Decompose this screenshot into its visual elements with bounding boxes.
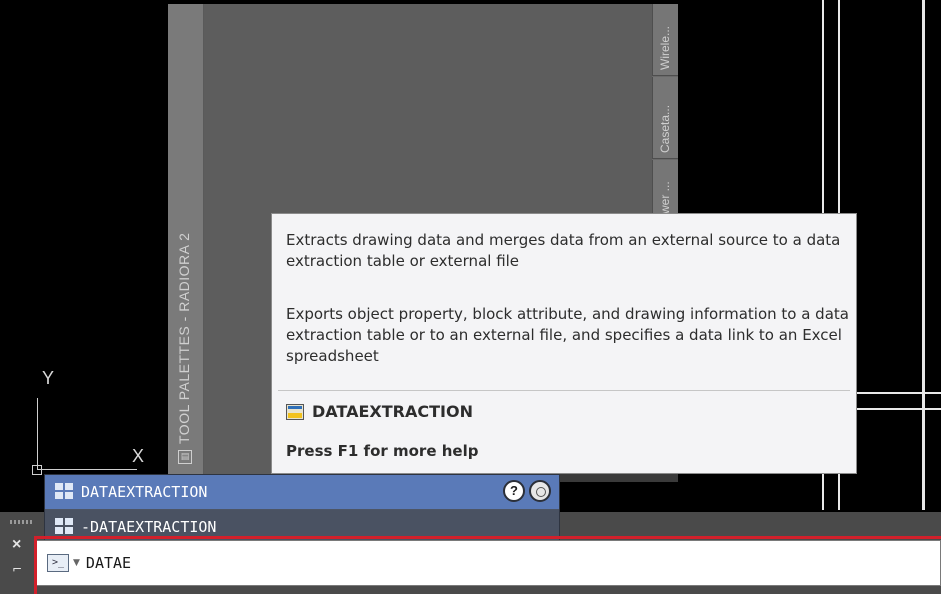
- palette-tab-caseta[interactable]: Caseta...: [652, 77, 678, 159]
- table-extract-icon: [55, 483, 75, 501]
- ucs-y-label: Y: [42, 368, 55, 388]
- autocomplete-list: DATAEXTRACTION ? -DATAEXTRACTION: [44, 474, 560, 544]
- tooltip-help-hint: Press F1 for more help: [286, 442, 479, 460]
- drawing-line: [856, 408, 941, 410]
- data-extraction-icon: [286, 403, 304, 420]
- autocomplete-actions: ?: [503, 480, 551, 502]
- tooltip-command-name: DATAEXTRACTION: [312, 402, 473, 421]
- palette-menu-icon[interactable]: ▤: [178, 450, 192, 464]
- autocomplete-label: DATAEXTRACTION: [81, 483, 208, 501]
- grip-handle[interactable]: [10, 520, 34, 524]
- palette-title-bar[interactable]: TOOL PALETTES - RADIORA 2 ▤: [168, 4, 204, 474]
- close-icon[interactable]: ×: [12, 536, 21, 554]
- command-tooltip: Extracts drawing data and merges data fr…: [271, 213, 857, 474]
- chevron-down-icon[interactable]: ▼: [73, 558, 80, 568]
- command-prompt-icon[interactable]: >_: [47, 554, 69, 572]
- search-online-icon[interactable]: [529, 480, 551, 502]
- command-input[interactable]: >_ ▼ DATAE: [34, 540, 941, 586]
- drawing-line: [922, 0, 925, 510]
- highlight-left-edge: [34, 536, 37, 594]
- palette-tab-power[interactable]: wer ...: [652, 160, 678, 220]
- drawing-canvas[interactable]: Y X TOOL PALETTES - RADIORA 2 ▤ Wirele..…: [0, 0, 941, 594]
- customize-icon[interactable]: ⌐: [12, 562, 22, 576]
- ucs-y-axis: [37, 398, 38, 470]
- tooltip-summary: Extracts drawing data and merges data fr…: [286, 231, 841, 270]
- ucs-origin-box: [32, 465, 42, 475]
- ucs-x-axis: [37, 469, 137, 470]
- command-input-text[interactable]: DATAE: [86, 554, 131, 572]
- highlight-top-edge: [34, 536, 941, 539]
- palette-title: TOOL PALETTES - RADIORA 2: [176, 232, 192, 444]
- autocomplete-label: -DATAEXTRACTION: [81, 518, 217, 536]
- tooltip-command-row: DATAEXTRACTION: [286, 402, 473, 421]
- autocomplete-item-dataextraction[interactable]: DATAEXTRACTION ?: [45, 475, 559, 509]
- tooltip-detail: Exports object property, block attribute…: [286, 305, 849, 365]
- drawing-line: [856, 392, 941, 394]
- help-icon[interactable]: ?: [503, 480, 525, 502]
- palette-footer: [560, 474, 678, 482]
- ucs-x-label: X: [132, 446, 145, 466]
- table-extract-icon: [55, 518, 75, 536]
- palette-tab-wireless[interactable]: Wirele...: [652, 4, 678, 76]
- tooltip-divider: [278, 390, 850, 391]
